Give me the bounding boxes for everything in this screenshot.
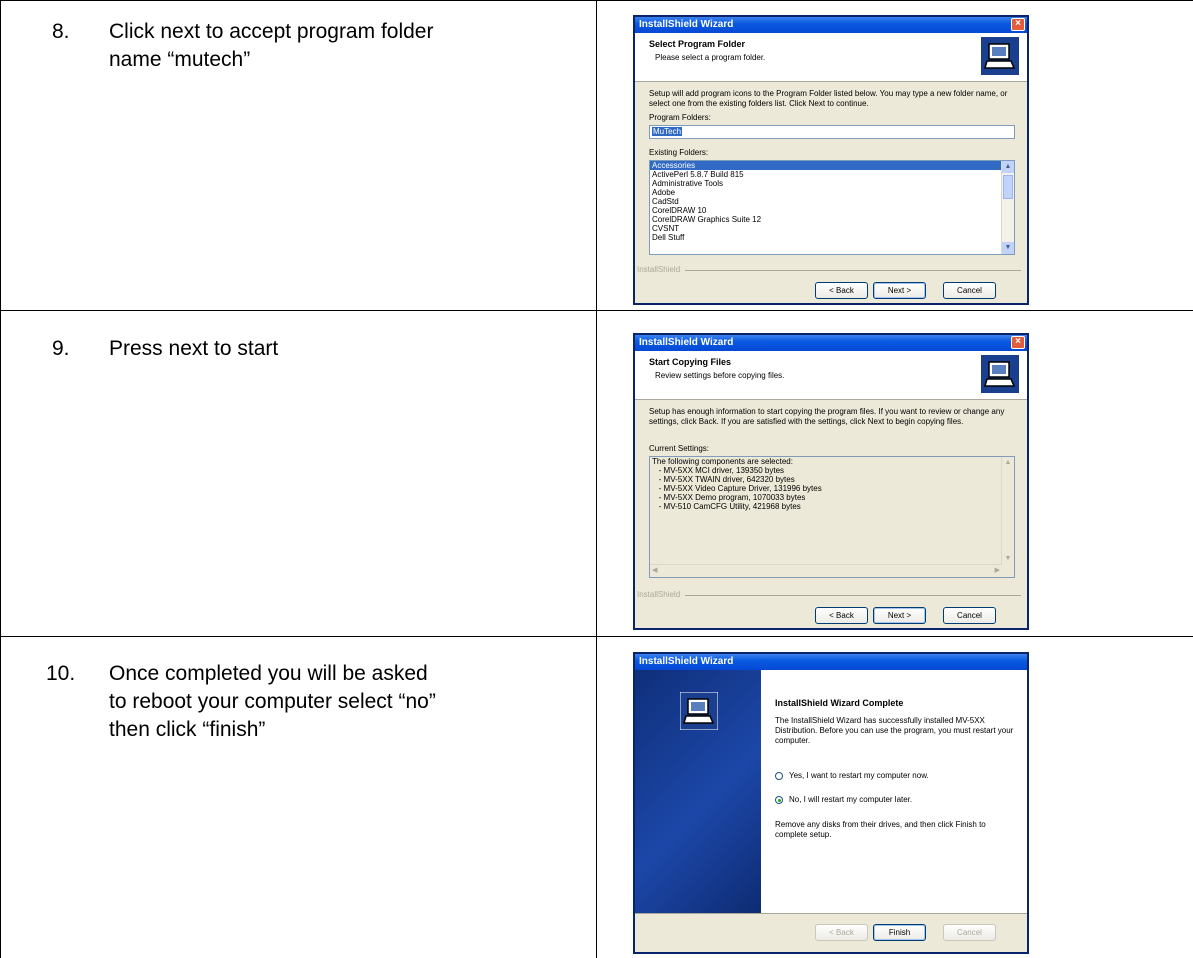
program-folder-value: MuTech — [652, 127, 683, 136]
complete-footer: Remove any disks from their drives, and … — [775, 820, 986, 839]
wizard-content: InstallShield Wizard Complete The Instal… — [761, 670, 1027, 952]
list-item[interactable]: Administrative Tools — [650, 179, 1014, 188]
setup-computer-icon — [981, 355, 1019, 393]
back-button[interactable]: < Back — [815, 924, 868, 941]
dialog-header: Start Copying Files Review settings befo… — [635, 351, 1027, 400]
step-text: Press next to start — [109, 337, 279, 360]
restart-later-label[interactable]: No, I will restart my computer later. — [789, 795, 912, 804]
settings-line: - MV-5XX MCI driver, 139350 bytes — [652, 466, 785, 475]
complete-description: The InstallShield Wizard has successfull… — [775, 716, 1014, 745]
scroll-up-icon[interactable]: ▲ — [1002, 457, 1014, 469]
step-number: 9. — [52, 337, 70, 360]
brand-divider — [685, 595, 1021, 596]
settings-line: - MV-5XX Video Capture Driver, 131996 by… — [652, 484, 822, 493]
program-folders-label: Program Folders: — [649, 113, 711, 122]
horizontal-scrollbar[interactable]: ◀ ▶ — [650, 564, 1002, 577]
list-item[interactable]: Dell Stuff — [650, 233, 1014, 242]
installshield-brand: InstallShield — [637, 590, 681, 599]
wizard-complete-dialog: InstallShield Wizard InstallShield Wizar… — [633, 652, 1029, 954]
button-bar: < Back Finish Cancel — [635, 913, 1027, 952]
settings-line: The following components are selected: — [652, 457, 793, 466]
current-settings-label: Current Settings: — [649, 444, 710, 453]
back-button[interactable]: < Back — [815, 282, 868, 299]
dialog-title-bar: InstallShield Wizard × — [635, 335, 1027, 351]
header-title: Select Program Folder — [649, 39, 746, 49]
list-item[interactable]: ActivePerl 5.8.7 Build 815 — [650, 170, 1014, 179]
header-subtitle: Review settings before copying files. — [655, 371, 785, 380]
dialog-header: Select Program Folder Please select a pr… — [635, 33, 1027, 82]
scroll-right-icon[interactable]: ▶ — [995, 565, 1000, 577]
step-number: 8. — [52, 20, 70, 43]
list-item[interactable]: Accessories — [650, 161, 1014, 170]
scroll-left-icon[interactable]: ◀ — [652, 565, 657, 577]
dialog-title: InstallShield Wizard — [639, 19, 734, 30]
cancel-button[interactable]: Cancel — [943, 924, 996, 941]
restart-later-radio[interactable] — [775, 796, 783, 804]
table-border-left — [0, 0, 1, 958]
step-number: 10. — [46, 662, 76, 685]
step-text: Once completed you will be asked to rebo… — [109, 662, 436, 741]
brand-divider — [685, 270, 1021, 271]
setup-computer-icon — [981, 37, 1019, 75]
list-item[interactable]: CorelDRAW Graphics Suite 12 — [650, 215, 1014, 224]
settings-line: - MV-5XX TWAIN driver, 642320 bytes — [652, 475, 795, 484]
close-icon[interactable]: × — [1011, 18, 1025, 31]
next-button[interactable]: Next > — [873, 282, 926, 299]
restart-now-label[interactable]: Yes, I want to restart my computer now. — [789, 771, 929, 780]
finish-button[interactable]: Finish — [873, 924, 926, 941]
settings-line: - MV-510 CamCFG Utility, 421968 bytes — [652, 502, 801, 511]
existing-folders-label: Existing Folders: — [649, 148, 709, 157]
dialog-title: InstallShield Wizard — [639, 337, 734, 348]
scroll-down-icon[interactable]: ▼ — [1002, 553, 1014, 565]
wizard-side-panel — [635, 670, 761, 952]
complete-heading: InstallShield Wizard Complete — [775, 698, 904, 708]
restart-now-radio[interactable] — [775, 772, 783, 780]
list-item[interactable]: Adobe — [650, 188, 1014, 197]
scroll-thumb[interactable] — [1003, 175, 1013, 199]
step-text: Click next to accept program folder name… — [109, 20, 434, 71]
dialog-title-bar: InstallShield Wizard × — [635, 17, 1027, 33]
cancel-button[interactable]: Cancel — [943, 607, 996, 624]
list-item[interactable]: CadStd — [650, 197, 1014, 206]
table-column-divider — [596, 0, 597, 958]
next-button[interactable]: Next > — [873, 607, 926, 624]
instruction-table: 8. Click next to accept program folder n… — [0, 0, 1193, 958]
header-subtitle: Please select a program folder. — [655, 53, 766, 62]
vertical-scrollbar[interactable]: ▲ ▼ — [1001, 457, 1014, 565]
select-program-folder-dialog: InstallShield Wizard × Select Program Fo… — [633, 15, 1029, 305]
dialog-title: InstallShield Wizard — [639, 656, 734, 667]
vertical-scrollbar[interactable]: ▲ ▼ — [1001, 161, 1014, 254]
start-copying-files-dialog: InstallShield Wizard × Start Copying Fil… — [633, 333, 1029, 630]
scroll-up-icon[interactable]: ▲ — [1002, 161, 1014, 173]
back-button[interactable]: < Back — [815, 607, 868, 624]
current-settings-box[interactable]: The following components are selected: -… — [649, 456, 1015, 578]
dialog-title-bar: InstallShield Wizard — [635, 654, 1027, 670]
setup-computer-icon — [680, 692, 718, 730]
dialog-description: Setup has enough information to start co… — [649, 407, 1005, 426]
installshield-brand: InstallShield — [637, 265, 681, 274]
header-title: Start Copying Files — [649, 357, 732, 367]
program-folder-input[interactable]: MuTech — [649, 125, 1015, 139]
list-item[interactable]: CorelDRAW 10 — [650, 206, 1014, 215]
scroll-down-icon[interactable]: ▼ — [1002, 242, 1014, 254]
list-item[interactable]: CVSNT — [650, 224, 1014, 233]
existing-folders-list[interactable]: Accessories ActivePerl 5.8.7 Build 815 A… — [649, 160, 1015, 255]
close-icon[interactable]: × — [1011, 336, 1025, 349]
cancel-button[interactable]: Cancel — [943, 282, 996, 299]
settings-line: - MV-5XX Demo program, 1070033 bytes — [652, 493, 806, 502]
dialog-description: Setup will add program icons to the Prog… — [649, 89, 1008, 108]
